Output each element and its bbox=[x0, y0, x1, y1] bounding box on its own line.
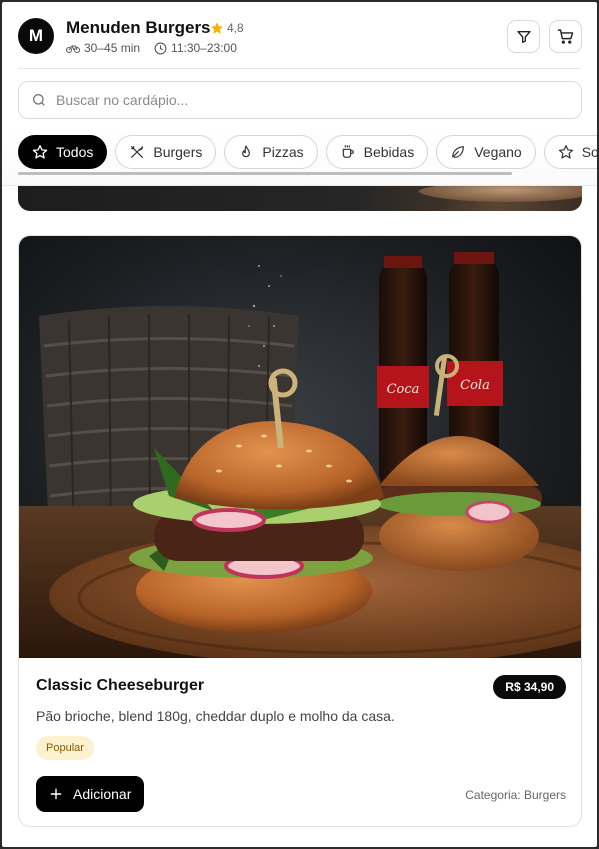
category-chip-label: Sobremesas bbox=[581, 144, 597, 160]
product-card[interactable]: Coca Cola Classic Cheeseburger R$ 34,90 … bbox=[18, 235, 582, 827]
app-frame: M Menuden Burgers 4,8 30–45 min 11:30–23… bbox=[2, 2, 597, 847]
delivery-time-text: 30–45 min bbox=[84, 41, 141, 55]
category-chip-sobremesas[interactable]: Sobremesas bbox=[543, 135, 597, 169]
header: M Menuden Burgers 4,8 30–45 min 11:30–23… bbox=[2, 2, 597, 70]
svg-text:Cola: Cola bbox=[460, 378, 490, 393]
flame-icon bbox=[242, 145, 251, 158]
store-name: Menuden Burgers bbox=[66, 18, 211, 37]
cup-icon bbox=[342, 145, 354, 158]
product-description: Pão brioche, blend 180g, cheddar duplo e… bbox=[36, 708, 395, 724]
leaf-icon bbox=[452, 146, 465, 158]
category-chips: Todos Burgers Pizzas Bebidas Vegano Sobr… bbox=[18, 135, 597, 169]
category-chip-bebidas[interactable]: Bebidas bbox=[325, 135, 429, 169]
category-chip-label: Todos bbox=[56, 144, 94, 160]
category-label: Categoria: bbox=[465, 788, 521, 802]
utensils-icon bbox=[131, 146, 144, 158]
clock-icon bbox=[154, 42, 167, 54]
search-input[interactable] bbox=[56, 92, 556, 108]
category-chip-burgers[interactable]: Burgers bbox=[115, 135, 217, 169]
category-scrollbar[interactable] bbox=[18, 172, 512, 175]
category-bar: Todos Burgers Pizzas Bebidas Vegano Sobr… bbox=[2, 128, 597, 186]
category-chip-label: Pizzas bbox=[262, 144, 304, 160]
svg-text:Coca: Coca bbox=[387, 382, 420, 397]
category-chip-vegano[interactable]: Vegano bbox=[436, 135, 536, 169]
filter-icon bbox=[516, 30, 531, 43]
category-chip-label: Bebidas bbox=[363, 144, 415, 160]
rating-value: 4,8 bbox=[227, 21, 244, 35]
store-meta: 30–45 min 11:30–23:00 bbox=[66, 41, 237, 55]
store-rating: 4,8 bbox=[210, 21, 244, 35]
product-price: R$ 34,90 bbox=[493, 675, 566, 699]
product-category: Categoria: Burgers bbox=[465, 788, 566, 802]
delivery-time: 30–45 min bbox=[66, 41, 140, 55]
cart-icon bbox=[557, 29, 574, 44]
add-to-cart-label: Adicionar bbox=[73, 786, 132, 802]
cart-button[interactable] bbox=[549, 20, 582, 53]
popular-badge: Popular bbox=[36, 736, 94, 760]
search-bar[interactable] bbox=[18, 81, 582, 119]
category-value: Burgers bbox=[523, 788, 566, 802]
category-chip-label: Burgers bbox=[153, 144, 203, 160]
opening-hours: 11:30–23:00 bbox=[154, 41, 237, 55]
star-icon bbox=[32, 145, 48, 159]
product-name[interactable]: Classic Cheeseburger bbox=[36, 677, 204, 695]
star-icon bbox=[210, 22, 224, 34]
header-divider bbox=[18, 68, 581, 69]
plus-icon bbox=[50, 788, 62, 800]
category-chip-label: Vegano bbox=[474, 144, 522, 160]
filter-button[interactable] bbox=[507, 20, 540, 53]
add-to-cart-button[interactable]: Adicionar bbox=[36, 776, 145, 812]
search-icon bbox=[33, 94, 45, 106]
product-photo: Coca Cola bbox=[19, 236, 581, 658]
category-chip-pizzas[interactable]: Pizzas bbox=[224, 135, 318, 169]
category-chip-todos[interactable]: Todos bbox=[18, 135, 108, 169]
category-divider bbox=[2, 185, 597, 186]
opening-hours-text: 11:30–23:00 bbox=[171, 41, 237, 55]
store-logo[interactable]: M bbox=[18, 18, 54, 54]
star-icon bbox=[558, 145, 573, 159]
bike-icon bbox=[66, 45, 80, 53]
